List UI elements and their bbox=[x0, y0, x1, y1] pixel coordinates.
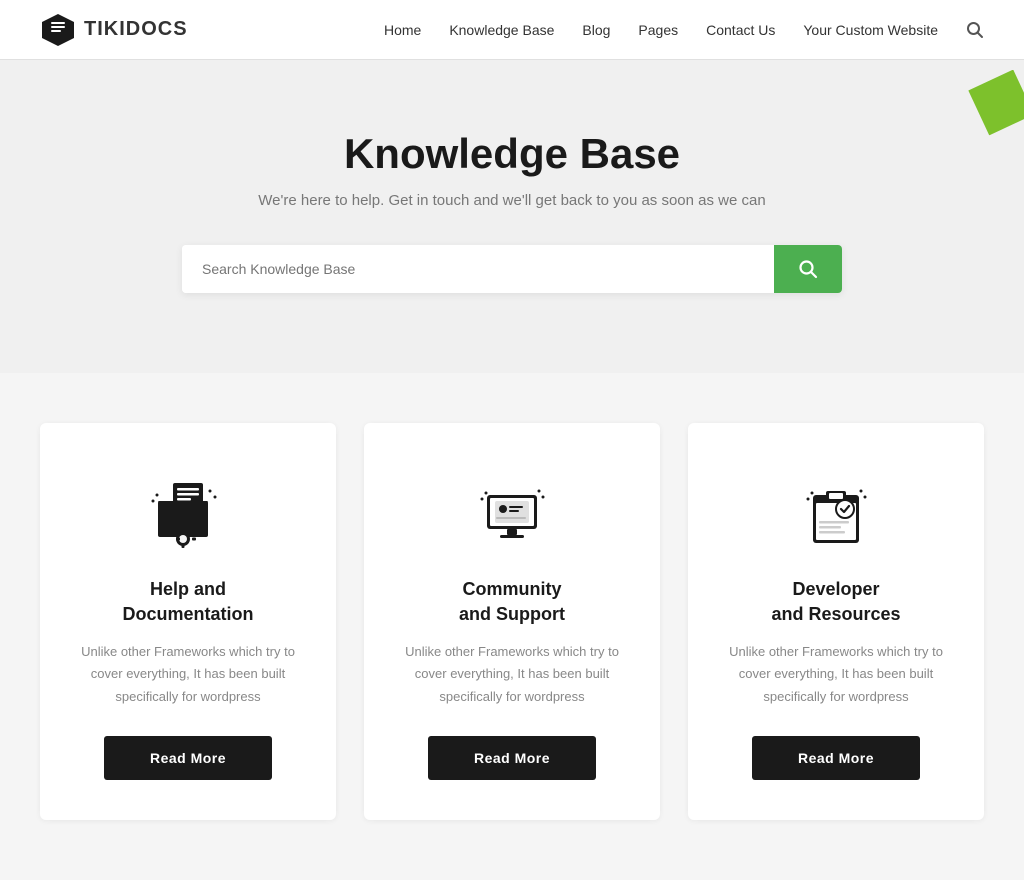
card-community-desc: Unlike other Frameworks which try to cov… bbox=[394, 641, 630, 707]
community-icon bbox=[467, 473, 557, 553]
search-icon-nav[interactable] bbox=[966, 21, 984, 39]
logo-icon bbox=[40, 12, 76, 48]
hero-title: Knowledge Base bbox=[40, 130, 984, 178]
search-button[interactable] bbox=[774, 245, 842, 293]
nav-blog[interactable]: Blog bbox=[582, 22, 610, 38]
hero-subtitle: We're here to help. Get in touch and we'… bbox=[40, 192, 984, 209]
card-help-docs: Help andDocumentation Unlike other Frame… bbox=[40, 423, 336, 820]
help-doc-icon bbox=[143, 473, 233, 553]
hero-section: Knowledge Base We're here to help. Get i… bbox=[0, 60, 1024, 373]
card-help-docs-desc: Unlike other Frameworks which try to cov… bbox=[70, 641, 306, 707]
search-bar bbox=[182, 245, 842, 293]
main-nav: Home Knowledge Base Blog Pages Contact U… bbox=[384, 21, 984, 39]
decoration bbox=[944, 70, 1024, 170]
nav-custom-website[interactable]: Your Custom Website bbox=[803, 22, 938, 38]
cards-section: Help andDocumentation Unlike other Frame… bbox=[0, 373, 1024, 880]
card-developer-desc: Unlike other Frameworks which try to cov… bbox=[718, 641, 954, 707]
search-input[interactable] bbox=[182, 245, 774, 293]
card-developer: Developerand Resources Unlike other Fram… bbox=[688, 423, 984, 820]
logo-text: TIKIDOCS bbox=[84, 18, 188, 41]
card-community: Communityand Support Unlike other Framew… bbox=[364, 423, 660, 820]
card-developer-title: Developerand Resources bbox=[718, 577, 954, 627]
card-community-title: Communityand Support bbox=[394, 577, 630, 627]
developer-icon bbox=[791, 473, 881, 553]
header: TIKIDOCS Home Knowledge Base Blog Pages … bbox=[0, 0, 1024, 60]
nav-pages[interactable]: Pages bbox=[638, 22, 678, 38]
cards-grid: Help andDocumentation Unlike other Frame… bbox=[40, 423, 984, 820]
nav-knowledge-base[interactable]: Knowledge Base bbox=[449, 22, 554, 38]
search-button-icon bbox=[798, 259, 818, 279]
card-help-docs-title: Help andDocumentation bbox=[70, 577, 306, 627]
nav-home[interactable]: Home bbox=[384, 22, 421, 38]
nav-contact[interactable]: Contact Us bbox=[706, 22, 775, 38]
logo[interactable]: TIKIDOCS bbox=[40, 12, 188, 48]
